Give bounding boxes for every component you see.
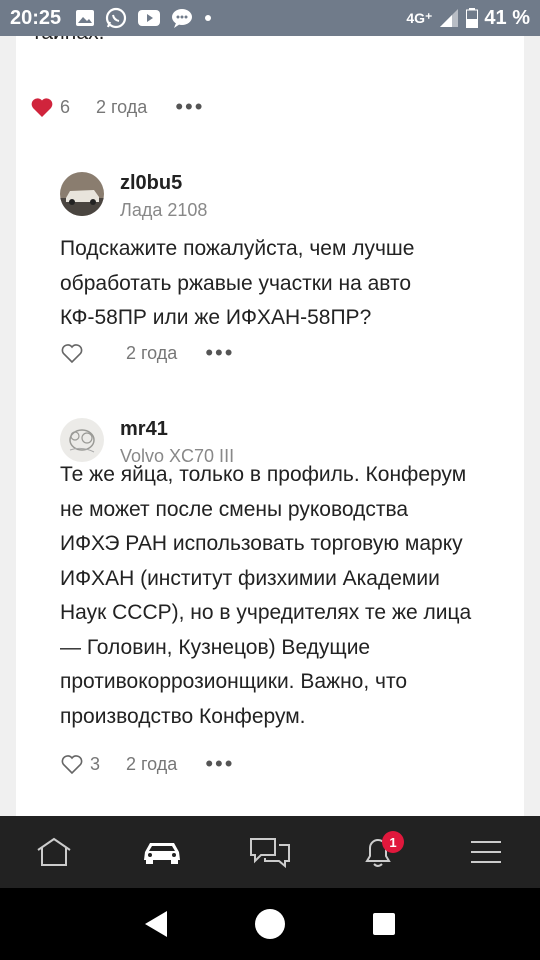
car-name[interactable]: Лада 2108 <box>120 200 207 221</box>
comment-line: Подскажите пожалуйста, чем лучше <box>60 237 415 260</box>
comment-date: 2 года <box>96 96 148 117</box>
screen: 20:25 4G⁺ 41 % тайнах. 6 2 года ••• <box>0 0 540 960</box>
like-heart-icon[interactable] <box>60 342 84 364</box>
like-heart-icon[interactable] <box>30 96 54 118</box>
username[interactable]: zl0bu5 <box>120 172 182 195</box>
system-nav-bar <box>0 888 540 960</box>
comment-item: mr41 Volvo XC70 III Те же яйца, только в… <box>60 418 510 758</box>
previous-comment-text: тайнах. <box>32 36 104 50</box>
battery-icon <box>466 8 479 28</box>
home-icon <box>37 837 71 866</box>
network-icon: 4G⁺ <box>406 9 433 26</box>
comments-feed[interactable]: тайнах. 6 2 года ••• zl0bu5 Лада 2108 По… <box>0 36 540 816</box>
app-bottom-nav: 1 <box>0 816 540 888</box>
comments-card: тайнах. 6 2 года ••• zl0bu5 Лада 2108 По… <box>16 36 524 816</box>
nav-menu[interactable] <box>456 827 516 877</box>
comment-date: 2 года <box>126 753 178 774</box>
signal-icon <box>440 9 459 27</box>
home-circle-icon[interactable] <box>254 908 286 940</box>
username[interactable]: mr41 <box>120 418 168 441</box>
comment-line: ИФХЭ РАН использовать торговую марку <box>60 532 463 555</box>
nav-garage[interactable] <box>132 827 192 877</box>
nav-notifications[interactable]: 1 <box>348 827 408 877</box>
previous-comment-actions: 6 2 года ••• <box>30 96 204 118</box>
like-count: 3 <box>90 753 101 774</box>
notification-icons <box>75 7 213 29</box>
dot-icon <box>205 15 212 21</box>
comment-line: обработать ржавые участки на авто <box>60 271 412 295</box>
menu-icon <box>471 841 501 863</box>
status-time: 20:25 <box>10 6 62 29</box>
comment-text: Подскажите пожалуйста, чем лучше обработ… <box>60 232 510 336</box>
notification-badge: 1 <box>382 831 404 853</box>
comment-line: ИФХАН (институт физхимии Академии <box>60 566 440 590</box>
chat-icon <box>172 9 193 28</box>
more-options-button[interactable]: ••• <box>205 753 234 775</box>
battery-percent: 41 % <box>484 6 530 29</box>
like-count: 6 <box>60 96 71 117</box>
comment-line: КФ-58ПР или же ИФХАН-58ПР? <box>60 306 372 329</box>
avatar[interactable] <box>60 418 104 462</box>
image-icon <box>76 10 95 26</box>
avatar[interactable] <box>60 172 104 216</box>
like-heart-icon[interactable] <box>60 753 84 775</box>
comment-text: Те же яйца, только в профиль. Конферум н… <box>60 458 510 734</box>
messages-icon <box>250 838 290 868</box>
car-icon <box>144 843 180 864</box>
more-options-button[interactable]: ••• <box>175 96 204 118</box>
nav-home[interactable] <box>24 827 84 877</box>
comment-line: не может после смены руководства <box>60 497 409 521</box>
comment-line: Наук СССР), но в учредителях те же лица <box>60 601 472 624</box>
back-icon[interactable] <box>143 909 169 939</box>
whatsapp-icon <box>106 7 127 29</box>
more-options-button[interactable]: ••• <box>205 342 234 364</box>
status-bar: 20:25 4G⁺ 41 % <box>0 0 540 36</box>
comment-actions: 3 2 года ••• <box>60 753 234 775</box>
comment-actions: 2 года ••• <box>60 342 234 364</box>
comment-item: zl0bu5 Лада 2108 Подскажите пожалуйста, … <box>60 172 510 352</box>
comment-line: — Головин, Кузнецов) Ведущие <box>60 635 371 659</box>
nav-messages[interactable] <box>240 827 300 877</box>
youtube-icon <box>138 10 161 26</box>
status-right: 4G⁺ 41 % <box>406 7 530 30</box>
comment-line: Те же яйца, только в профиль. Конферум <box>60 463 467 486</box>
comment-line: производство Конферум. <box>60 704 306 728</box>
recents-icon[interactable] <box>371 911 397 937</box>
comment-date: 2 года <box>126 342 178 363</box>
comment-line: противокоррозионщики. Важно, что <box>60 670 408 693</box>
